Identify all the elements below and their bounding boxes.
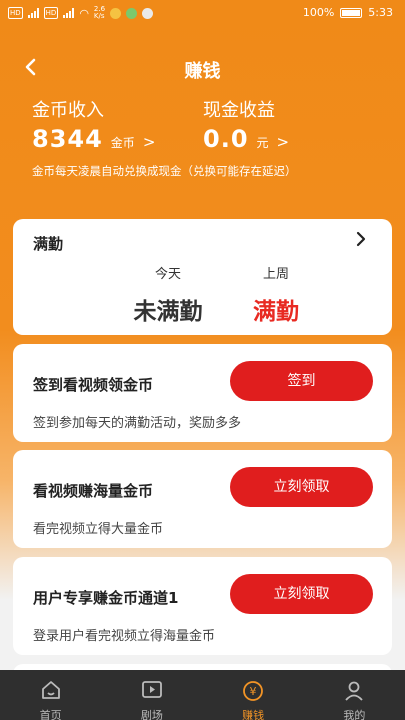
- nav-item-mine[interactable]: 我的: [304, 670, 405, 720]
- hd-badge-2: HD: [43, 7, 59, 19]
- nav-label: 赚钱: [242, 709, 265, 720]
- task-desc: 看完视频立得大量金币: [33, 522, 164, 537]
- nav-label: 剧场: [140, 709, 163, 720]
- task-card-signin: 签到看视频领金币 签到参加每天的满勤活动，奖励多多 签到: [13, 344, 392, 442]
- task-title: 签到看视频领金币: [33, 376, 154, 394]
- coin-income-link[interactable]: 8344 金币 >: [32, 125, 155, 153]
- attendance-today: 今天 未满勤: [113, 263, 223, 326]
- status-left: HD HD ◠ 2.6 K/s: [8, 5, 154, 20]
- nav-item-home[interactable]: 首页: [0, 670, 101, 720]
- home-icon: [40, 680, 62, 704]
- chevron-right-icon: >: [142, 133, 156, 151]
- coin-unit: 金币: [110, 136, 135, 150]
- yen-coin-icon: ¥: [242, 680, 264, 706]
- network-speed: 2.6 K/s: [93, 5, 106, 20]
- play-icon: [141, 680, 163, 704]
- nav-label: 首页: [39, 709, 62, 720]
- battery-percent: 100%: [302, 6, 335, 19]
- cash-income-value: 0.0: [203, 125, 249, 153]
- app-notification-icon-3: [142, 7, 154, 19]
- task-title: 看视频赚海量金币: [33, 482, 154, 500]
- cash-income-label: 现金收益: [203, 100, 275, 121]
- attendance-title: 满勤: [33, 235, 64, 253]
- exchange-notice: 金币每天凌晨自动兑换成现金（兑换可能存在延迟）: [32, 164, 297, 178]
- task-desc: 签到参加每天的满勤活动，奖励多多: [33, 416, 242, 431]
- chevron-right-icon[interactable]: [354, 231, 368, 251]
- clock: 5:33: [368, 6, 393, 19]
- attendance-last-week: 上周 满勤: [221, 263, 331, 326]
- claim-now-button[interactable]: 立刻领取: [230, 467, 373, 507]
- svg-text:¥: ¥: [250, 685, 257, 698]
- app-notification-icon-2: [126, 7, 138, 19]
- today-status: 未满勤: [133, 299, 203, 325]
- signin-button[interactable]: 签到: [230, 361, 373, 401]
- nav-label: 我的: [343, 709, 366, 720]
- last-week-status: 满勤: [253, 299, 299, 325]
- coin-income-label: 金币收入: [32, 100, 104, 121]
- task-desc: 登录用户看完视频立得海量金币: [33, 629, 216, 644]
- battery-icon: [340, 7, 363, 18]
- page-title: 赚钱: [184, 61, 221, 82]
- user-icon: [343, 680, 365, 706]
- chevron-right-icon: >: [276, 133, 290, 151]
- coin-income-value: 8344: [32, 125, 103, 153]
- task-title: 用户专享赚金币通道1: [33, 589, 179, 607]
- claim-now-button-2[interactable]: 立刻领取: [230, 574, 373, 614]
- wifi-icon: ◠: [79, 6, 89, 20]
- task-card-exclusive: 用户专享赚金币通道1 登录用户看完视频立得海量金币 立刻领取: [13, 557, 392, 655]
- signal-icon-2: [63, 8, 75, 18]
- cash-unit: 元: [256, 136, 269, 150]
- signal-icon: [27, 8, 39, 18]
- today-label: 今天: [154, 267, 181, 282]
- status-bar: HD HD ◠ 2.6 K/s 100% 5:33: [0, 0, 405, 26]
- bottom-nav: 首页 剧场 ¥ 赚钱 我的: [0, 670, 405, 720]
- app-notification-icon: [110, 7, 122, 19]
- cash-income-link[interactable]: 0.0 元 >: [203, 125, 289, 153]
- last-week-label: 上周: [262, 267, 289, 282]
- attendance-card[interactable]: 满勤 今天 未满勤 上周 满勤: [13, 219, 392, 335]
- task-card-watch-video: 看视频赚海量金币 看完视频立得大量金币 立刻领取: [13, 450, 392, 548]
- nav-item-earn[interactable]: ¥ 赚钱: [203, 670, 304, 720]
- hd-badge: HD: [8, 7, 23, 19]
- nav-item-theater[interactable]: 剧场: [101, 670, 202, 720]
- status-right: 100% 5:33: [303, 6, 393, 19]
